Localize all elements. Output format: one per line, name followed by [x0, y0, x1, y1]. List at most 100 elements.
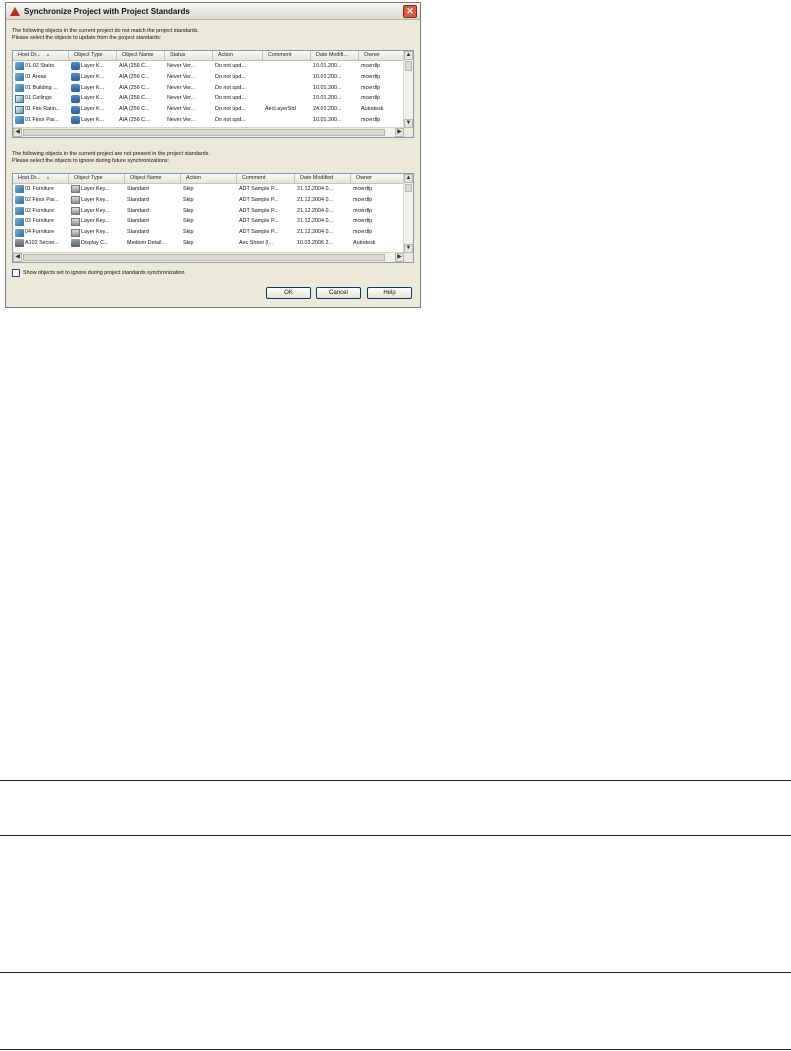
- column-header[interactable]: Object Type: [69, 51, 117, 60]
- scroll-thumb[interactable]: [405, 61, 412, 71]
- table-row[interactable]: 01-02 Stairs Layer K... AIA (256 C... Never…: [13, 61, 413, 72]
- ok-button[interactable]: OK: [266, 287, 311, 299]
- scroll-down-icon[interactable]: ▼: [404, 244, 413, 253]
- cell-text: Do not upd...: [215, 106, 246, 113]
- cell-text: 10.03.2006 2...: [297, 239, 333, 246]
- object-type-icon: [71, 73, 80, 82]
- cell-text: Layer Key...: [81, 218, 110, 225]
- table-row[interactable]: 01 Areas Layer K... AIA (256 C... Never Ver…: [13, 72, 413, 83]
- column-header[interactable]: Object Name: [125, 174, 181, 183]
- column-header[interactable]: Owner: [351, 174, 406, 183]
- cell-text: Do not upd...: [215, 95, 246, 102]
- scroll-right-icon[interactable]: ▶: [395, 128, 404, 137]
- cell-text: Layer K...: [81, 84, 105, 91]
- scroll-thumb[interactable]: [23, 129, 385, 136]
- divider: [0, 835, 791, 836]
- table-cell: 01 Furniture: [13, 184, 69, 195]
- table-row[interactable]: 04 Furniture Layer Key... Standard Skip ADT …: [13, 227, 413, 238]
- scroll-up-icon[interactable]: ▲: [404, 174, 413, 183]
- cell-text: Never Ver...: [167, 63, 196, 69]
- cell-text: AIA (256 C...: [119, 84, 150, 91]
- standards-icon: [15, 105, 24, 114]
- close-button[interactable]: ✕: [403, 5, 417, 18]
- table-cell: 10.01.200...: [311, 93, 359, 104]
- show-ignored-option[interactable]: Show objects set to ignore during projec…: [12, 269, 185, 277]
- cancel-button[interactable]: Cancel: [316, 287, 361, 299]
- table-row[interactable]: 01 Ceilings Layer K... AIA (256 C... Never …: [13, 93, 413, 104]
- cell-text: ADT Sample P...: [239, 229, 279, 236]
- unmatched-objects-table[interactable]: Host Dr... ▲ Object Type Object Name Action C…: [12, 173, 414, 263]
- table-cell: mcerdlp: [351, 216, 406, 227]
- table-cell: Medium Detail...: [125, 238, 181, 249]
- scroll-up-icon[interactable]: ▲: [404, 51, 413, 60]
- scroll-right-icon[interactable]: ▶: [395, 253, 404, 262]
- column-header[interactable]: Comment: [263, 51, 311, 60]
- column-header[interactable]: Object Name: [117, 51, 165, 60]
- table-cell: ADT Sample P...: [237, 227, 295, 238]
- sort-ascending-icon: ▲: [45, 52, 51, 58]
- table-cell: 01-02 Stairs: [13, 61, 69, 72]
- column-header[interactable]: Date Modified: [295, 174, 351, 183]
- cell-text: Display C...: [81, 239, 109, 246]
- title-bar[interactable]: Synchronize Project with Project Standar…: [6, 3, 420, 20]
- cell-text: Do not upd...: [215, 73, 246, 80]
- table-cell: 10.01.200...: [311, 115, 359, 126]
- object-type-icon: [71, 239, 80, 248]
- table-cell: Do not upd...: [213, 72, 263, 83]
- column-header[interactable]: Comment: [237, 174, 295, 183]
- layer-key-style-icon: [15, 185, 24, 194]
- column-header[interactable]: Action: [213, 51, 263, 60]
- table-cell: 02 Floor Par...: [13, 195, 69, 206]
- scroll-left-icon[interactable]: ◀: [13, 253, 22, 262]
- cell-text: 02 Floor Par...: [25, 196, 59, 203]
- column-header[interactable]: Action: [181, 174, 237, 183]
- table-cell: Do not upd...: [213, 93, 263, 104]
- mismatched-objects-table[interactable]: Host Dr... ▲ Object Type Object Name Status A…: [12, 50, 414, 138]
- table-cell: 10.03.2006 2...: [295, 238, 351, 249]
- cell-text: 01-02 Stairs: [25, 63, 55, 69]
- column-header-label: Object Type: [74, 175, 103, 181]
- table-cell: 21.12.2004 0...: [295, 227, 351, 238]
- vertical-scrollbar[interactable]: ▲ ▼: [403, 51, 413, 128]
- horizontal-scrollbar[interactable]: ◀ ▶: [13, 252, 404, 262]
- column-header-label: Object Name: [130, 175, 162, 181]
- table-cell: Skip: [181, 238, 237, 249]
- column-header[interactable]: Status: [165, 51, 213, 60]
- table-row[interactable]: 01 Furniture Layer Key... Standard Skip ADT …: [13, 184, 413, 195]
- table-cell: Never Ver...: [165, 93, 213, 104]
- scroll-thumb[interactable]: [405, 184, 412, 192]
- scroll-down-icon[interactable]: ▼: [404, 119, 413, 128]
- column-header[interactable]: Owner: [359, 51, 406, 60]
- show-ignored-checkbox[interactable]: [12, 269, 20, 277]
- table-body: 01-02 Stairs Layer K... AIA (256 C... Never…: [13, 61, 413, 126]
- table-header: Host Dr... ▲ Object Type Object Name Action C…: [13, 174, 413, 184]
- help-button[interactable]: Help: [367, 287, 412, 299]
- table-row[interactable]: 02 Floor Par... Layer Key... Standard Skip A…: [13, 195, 413, 206]
- table-cell: 03 Furniture: [13, 216, 69, 227]
- scroll-left-icon[interactable]: ◀: [13, 128, 22, 137]
- table-row[interactable]: 02 Furniture Layer Key... Standard Skip ADT …: [13, 206, 413, 217]
- table-row[interactable]: A102 Secon... Display C... Medium Detail..…: [13, 238, 413, 249]
- table-row[interactable]: 03 Furniture Layer Key... Standard Skip ADT …: [13, 216, 413, 227]
- cell-text: Standard: [127, 218, 149, 225]
- table-cell: 21.12.2004 0...: [295, 195, 351, 206]
- table-row[interactable]: 01 Fire Ratin... Layer K... AIA (256 C... N…: [13, 104, 413, 115]
- column-header[interactable]: Host Dr... ▲: [13, 174, 69, 183]
- column-header-label: Comment: [242, 175, 266, 181]
- table-row[interactable]: 01 Building ... Layer K... AIA (256 C... Ne…: [13, 83, 413, 94]
- table-cell: 01 Ceilings: [13, 93, 69, 104]
- cell-text: AecLayerStd: [265, 106, 296, 113]
- table-cell: Display C...: [69, 238, 125, 249]
- cell-text: 01 Building ...: [25, 84, 58, 91]
- cell-text: Autodesk: [361, 106, 384, 113]
- scroll-thumb[interactable]: [23, 254, 385, 261]
- column-header[interactable]: Host Dr... ▲: [13, 51, 69, 60]
- horizontal-scrollbar[interactable]: ◀ ▶: [13, 127, 404, 137]
- column-header[interactable]: Date Modifi...: [311, 51, 359, 60]
- vertical-scrollbar[interactable]: ▲ ▼: [403, 174, 413, 253]
- cell-text: Layer Key...: [81, 207, 110, 214]
- table-row[interactable]: 01 Floor Par... Layer K... AIA (256 C... Ne…: [13, 115, 413, 126]
- bottom-instructions: The following objects in the current pro…: [12, 151, 210, 165]
- column-header[interactable]: Object Type: [69, 174, 125, 183]
- table-cell: ADT Sample P...: [237, 206, 295, 217]
